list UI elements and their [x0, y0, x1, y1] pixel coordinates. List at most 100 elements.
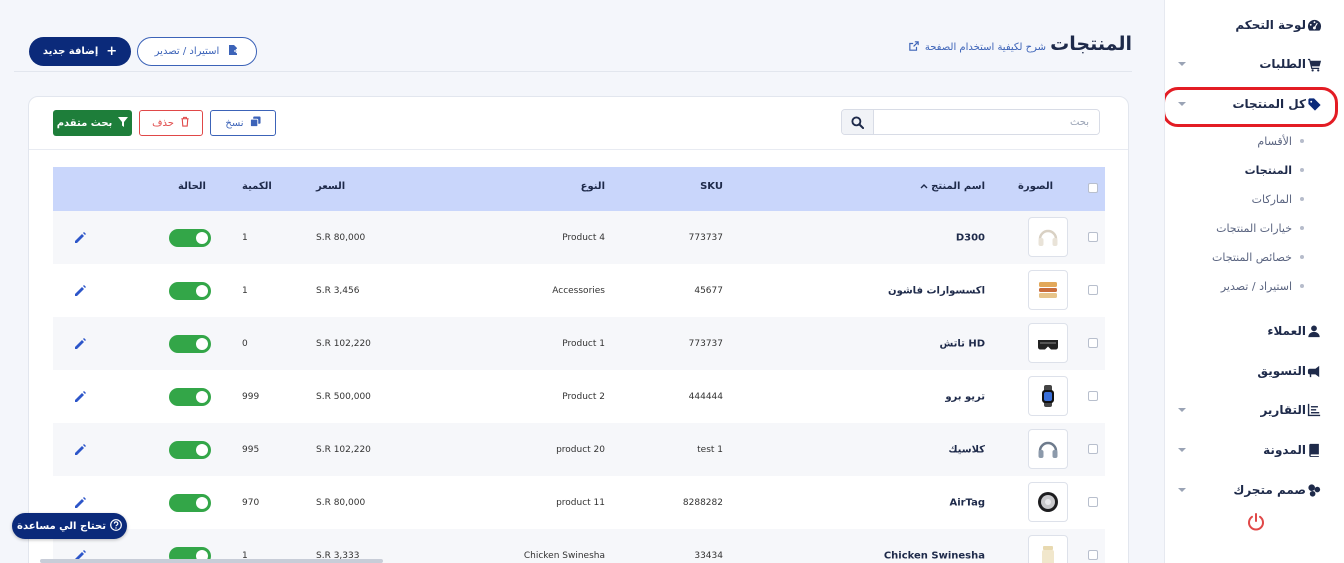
product-quantity: 999: [242, 391, 260, 402]
pencil-icon[interactable]: [73, 231, 87, 245]
row-checkbox[interactable]: [1088, 232, 1098, 242]
status-toggle[interactable]: [169, 493, 211, 512]
product-type: Product 1: [562, 338, 605, 349]
sidebar-item-customers[interactable]: العملاء: [1165, 311, 1344, 351]
sidebar-item-label: صمم متجرك: [1233, 483, 1306, 497]
sidebar-item-dashboard[interactable]: لوحة التحكم: [1165, 5, 1344, 45]
product-name[interactable]: تريو برو: [945, 391, 985, 402]
advanced-search-button[interactable]: بحث متقدم: [53, 110, 132, 136]
row-checkbox[interactable]: [1088, 550, 1098, 560]
table-row: Chicken Swinesha 33434 Chicken Swinesha …: [53, 529, 1105, 563]
status-toggle[interactable]: [169, 281, 211, 300]
filter-icon: [118, 116, 129, 130]
copy-button[interactable]: نسخ: [210, 110, 276, 136]
sidebar-item-marketing[interactable]: التسويق: [1165, 351, 1344, 391]
subitem-label: استيراد / تصدير: [1220, 279, 1292, 293]
status-toggle[interactable]: [169, 440, 211, 459]
plus-icon: +: [106, 44, 118, 59]
bullet-icon: [1300, 284, 1304, 288]
col-price: السعر: [316, 181, 346, 192]
file-import-icon: [227, 44, 240, 59]
product-name[interactable]: D300: [956, 232, 985, 243]
sidebar-subitem-import-export[interactable]: استيراد / تصدير: [1165, 272, 1344, 300]
product-price: S.R 102,220: [316, 338, 371, 349]
horizontal-scrollbar[interactable]: [40, 559, 383, 563]
import-export-button[interactable]: استيراد / تصدير: [137, 37, 257, 66]
col-name[interactable]: اسم المنتج: [920, 181, 985, 192]
sidebar-subitem-products[interactable]: المنتجات: [1165, 156, 1344, 184]
sidebar-item-reports[interactable]: التقارير: [1165, 390, 1344, 430]
chevron-down-icon: [1178, 448, 1186, 452]
search-input[interactable]: [874, 110, 1099, 134]
delete-button[interactable]: حذف: [139, 110, 203, 136]
status-toggle[interactable]: [169, 228, 211, 247]
pencil-icon[interactable]: [73, 496, 87, 510]
product-type: Product 4: [562, 232, 605, 243]
add-new-button[interactable]: + إضافة جديد: [29, 37, 131, 66]
external-link-icon: [909, 41, 919, 54]
sidebar-item-orders[interactable]: الطلبات: [1165, 44, 1344, 84]
sidebar-item-label: لوحة التحكم: [1235, 18, 1306, 32]
pencil-icon[interactable]: [73, 337, 87, 351]
table-header: الصورة اسم المنتج SKU النوع السعر الكمية…: [53, 167, 1105, 211]
select-all-checkbox[interactable]: [1088, 183, 1098, 193]
table-row: تاتش HD 773737 Product 1 S.R 102,220 0: [53, 317, 1105, 370]
pencil-icon[interactable]: [73, 284, 87, 298]
product-name[interactable]: تاتش HD: [939, 338, 985, 349]
row-checkbox[interactable]: [1088, 497, 1098, 507]
row-checkbox[interactable]: [1088, 338, 1098, 348]
product-type: Accessories: [552, 285, 605, 296]
chevron-down-icon: [1178, 102, 1186, 106]
sidebar-subitem-brands[interactable]: الماركات: [1165, 185, 1344, 213]
sidebar-item-label: التقارير: [1260, 403, 1306, 417]
pencil-icon[interactable]: [73, 390, 87, 404]
product-sku: test 1: [697, 444, 723, 455]
sidebar-subitem-product-attributes[interactable]: خصائص المنتجات: [1165, 243, 1344, 271]
row-checkbox[interactable]: [1088, 391, 1098, 401]
jar-icon: [1028, 535, 1068, 563]
chevron-down-icon: [1178, 408, 1186, 412]
row-checkbox[interactable]: [1088, 444, 1098, 454]
bullet-icon: [1300, 197, 1304, 201]
product-sku: 33434: [694, 550, 723, 561]
product-name[interactable]: AirTag: [949, 497, 985, 508]
product-name[interactable]: كلاسيك: [948, 444, 985, 455]
subitem-label: خصائص المنتجات: [1212, 250, 1292, 264]
help-link[interactable]: شرح لكيفية استخدام الصفحة: [909, 41, 1046, 54]
product-price: S.R 80,000: [316, 497, 366, 508]
sidebar-subitem-product-options[interactable]: خيارات المنتجات: [1165, 214, 1344, 242]
col-status: الحالة: [178, 181, 206, 192]
power-icon[interactable]: [1244, 512, 1266, 534]
product-name[interactable]: اكسسوارات فاشون: [888, 285, 985, 296]
product-type: Chicken Swinesha: [523, 550, 605, 561]
question-icon: [110, 518, 122, 534]
headphones-icon: [1028, 429, 1068, 469]
add-new-label: إضافة جديد: [42, 46, 99, 57]
book-icon: [1306, 442, 1322, 458]
status-toggle[interactable]: [169, 334, 211, 353]
product-quantity: 1: [242, 232, 248, 243]
table-row: كلاسيك test 1 product 20 S.R 102,220 995: [53, 423, 1105, 476]
sidebar-subitem-categories[interactable]: الأقسام: [1165, 127, 1344, 155]
import-export-label: استيراد / تصدير: [154, 46, 220, 57]
status-toggle[interactable]: [169, 387, 211, 406]
page-header: المنتجات شرح لكيفية استخدام الصفحة استير…: [14, 28, 1132, 72]
megaphone-icon: [1306, 363, 1322, 379]
sidebar-item-blog[interactable]: المدونة: [1165, 430, 1344, 470]
pencil-icon[interactable]: [73, 443, 87, 457]
sidebar: لوحة التحكم الطلبات كل المنتجات الأقسام …: [1164, 0, 1344, 563]
table-row: اكسسوارات فاشون 45677 Accessories S.R 3,…: [53, 264, 1105, 317]
help-button[interactable]: تحتاج الي مساعدة: [12, 513, 127, 539]
products-card: نسخ حذف بحث متقدم الصورة اسم المنتج: [28, 96, 1129, 563]
help-label: تحتاج الي مساعدة: [17, 520, 106, 532]
bullet-icon: [1300, 139, 1304, 143]
help-link-label: شرح لكيفية استخدام الصفحة: [924, 42, 1046, 53]
product-quantity: 970: [242, 497, 260, 508]
chevron-down-icon: [1178, 488, 1186, 492]
product-name[interactable]: Chicken Swinesha: [884, 550, 985, 561]
col-sku: SKU: [700, 181, 723, 192]
search-button[interactable]: [842, 110, 874, 134]
sidebar-item-all-products[interactable]: كل المنتجات: [1165, 84, 1344, 124]
row-checkbox[interactable]: [1088, 285, 1098, 295]
bullet-icon: [1300, 255, 1304, 259]
